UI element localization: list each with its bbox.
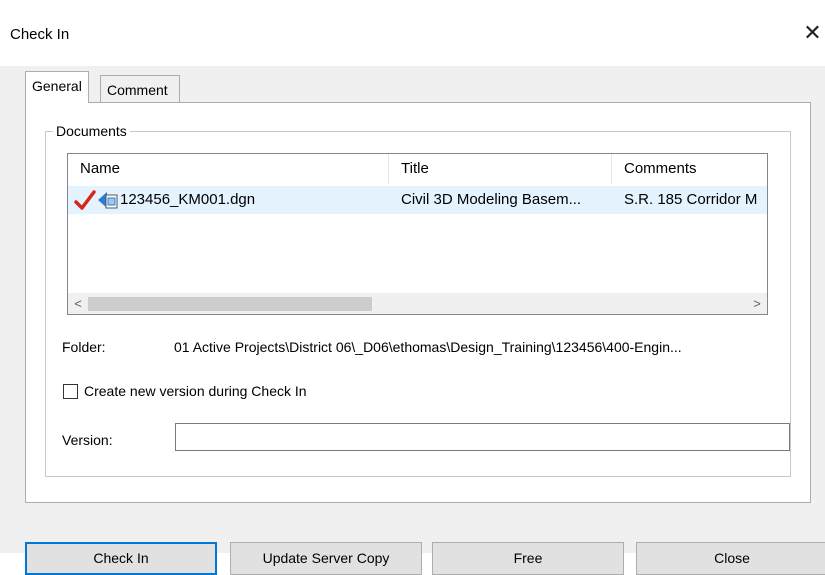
scroll-thumb[interactable] <box>88 297 372 311</box>
document-comments: S.R. 185 Corridor M <box>624 191 758 208</box>
column-header-comments[interactable]: Comments <box>612 154 767 184</box>
document-title: Civil 3D Modeling Basem... <box>401 191 582 208</box>
horizontal-scrollbar[interactable]: < > <box>68 293 767 314</box>
folder-path: 01 Active Projects\District 06\_D06\etho… <box>174 339 682 355</box>
scroll-right-icon[interactable]: > <box>747 294 767 314</box>
close-button[interactable]: Close <box>636 542 825 575</box>
column-header-name[interactable]: Name <box>68 154 388 184</box>
checked-out-checkmark-icon <box>74 186 96 214</box>
folder-label: Folder: <box>62 339 106 355</box>
window-title: Check In <box>10 26 70 43</box>
dialog-client-area: General Comment Documents Name Title Com… <box>0 66 825 575</box>
update-server-copy-button[interactable]: Update Server Copy <box>230 542 422 575</box>
check-in-button[interactable]: Check In <box>25 542 217 575</box>
documents-list[interactable]: Name Title Comments 123456_KM001.dgn Civ… <box>67 153 768 315</box>
document-name: 123456_KM001.dgn <box>120 191 256 208</box>
dgn-file-icon <box>95 186 119 214</box>
list-header: Name Title Comments <box>68 154 767 184</box>
list-item[interactable]: 123456_KM001.dgn Civil 3D Modeling Basem… <box>68 186 767 214</box>
documents-group-label: Documents <box>53 123 130 139</box>
version-input[interactable] <box>175 423 790 451</box>
documents-group: Documents Name Title Comments 123456_KM0… <box>45 123 791 477</box>
scroll-left-icon[interactable]: < <box>68 294 88 314</box>
title-bar: Check In ✕ <box>0 0 825 66</box>
general-tab-panel: Documents Name Title Comments 123456_KM0… <box>25 102 811 503</box>
close-icon[interactable]: ✕ <box>800 18 825 48</box>
create-version-checkbox[interactable] <box>63 384 78 399</box>
tab-comment[interactable]: Comment <box>100 75 180 105</box>
free-button[interactable]: Free <box>432 542 624 575</box>
version-label: Version: <box>62 432 113 448</box>
column-header-title[interactable]: Title <box>389 154 611 184</box>
create-version-label[interactable]: Create new version during Check In <box>84 383 307 399</box>
tab-general[interactable]: General <box>25 71 89 103</box>
